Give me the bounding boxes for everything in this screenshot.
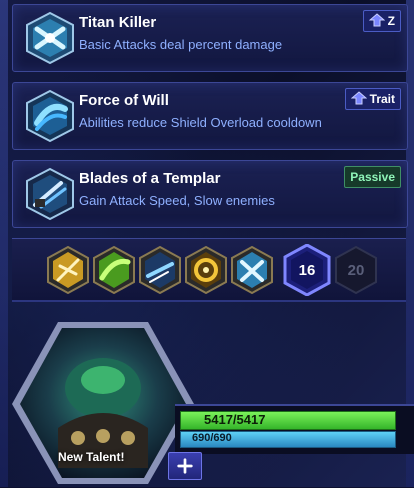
crossed-blades-icon[interactable] — [230, 246, 274, 294]
talent-option-blades-of-a-templar[interactable]: Blades of a Templar Gain Attack Speed, S… — [12, 160, 408, 228]
passive-badge: Passive — [344, 166, 401, 188]
level-up-icon — [368, 13, 385, 27]
current-level-label: 16 — [298, 261, 316, 279]
shield-value: 690/690 — [192, 432, 232, 444]
next-level-label: 20 — [347, 261, 365, 279]
green-blade-icon[interactable] — [92, 246, 136, 294]
talent-title: Titan Killer — [79, 14, 157, 31]
talent-title: Blades of a Templar — [79, 170, 221, 187]
next-tier-slot: 20 — [334, 245, 378, 295]
titan-killer-icon — [26, 11, 74, 65]
new-talent-notice: New Talent! — [58, 450, 125, 464]
gold-ring-icon[interactable] — [184, 246, 228, 294]
left-frame — [0, 0, 8, 487]
current-tier-slot[interactable]: 16 — [283, 243, 331, 297]
blades-of-a-templar-icon — [26, 167, 74, 221]
trait-badge: Trait — [344, 88, 401, 110]
hotkey-badge: Z — [362, 10, 401, 32]
trait-label: Trait — [369, 92, 395, 106]
talent-description: Abilities reduce Shield Overload cooldow… — [79, 115, 322, 130]
level-up-icon — [350, 91, 367, 105]
talent-description: Basic Attacks deal percent damage — [79, 37, 283, 52]
plus-icon — [177, 458, 193, 474]
talent-option-force-of-will[interactable]: Force of Will Abilities reduce Shield Ov… — [12, 82, 408, 150]
talent-description: Gain Attack Speed, Slow enemies — [79, 193, 275, 208]
passive-label: Passive — [350, 170, 395, 184]
talent-title: Force of Will — [79, 92, 169, 109]
talent-option-titan-killer[interactable]: Titan Killer Basic Attacks deal percent … — [12, 4, 408, 72]
health-value: 5417/5417 — [204, 412, 266, 427]
hotkey-label: Z — [387, 14, 395, 28]
tier-bar-edge — [12, 300, 406, 302]
lightning-icon[interactable] — [46, 246, 90, 294]
dash-icon[interactable] — [138, 246, 182, 294]
open-talents-button[interactable] — [168, 452, 202, 480]
force-of-will-icon — [26, 89, 74, 143]
